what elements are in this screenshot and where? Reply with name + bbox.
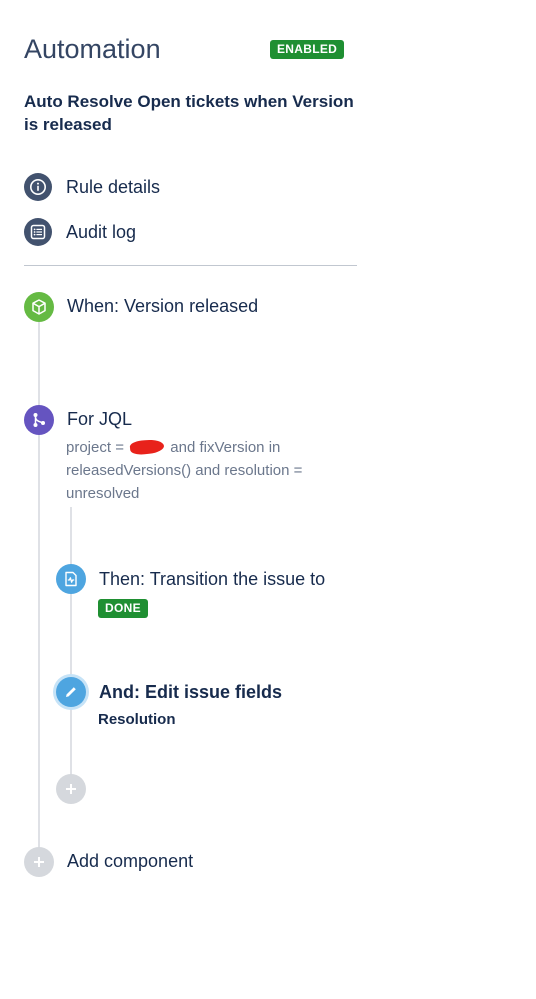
- page-title: Automation: [24, 34, 161, 64]
- list-icon: [24, 218, 52, 246]
- done-status-badge: DONE: [98, 599, 148, 618]
- and-label[interactable]: And: Edit issue fields: [99, 680, 282, 704]
- info-icon: [24, 173, 52, 201]
- status-badge: ENABLED: [270, 40, 345, 59]
- plus-icon: [34, 857, 44, 867]
- branch-flow-line: [70, 507, 72, 775]
- trigger-cube-icon[interactable]: [24, 292, 54, 322]
- then-label[interactable]: Then: Transition the issue to: [99, 567, 325, 591]
- add-component-button[interactable]: [24, 847, 54, 877]
- branch-title[interactable]: For JQL: [67, 407, 132, 431]
- trigger-label[interactable]: When: Version released: [67, 294, 258, 318]
- field-resolution: Resolution: [98, 711, 176, 728]
- audit-log-link[interactable]: Audit log: [24, 217, 136, 247]
- add-component-label[interactable]: Add component: [67, 849, 193, 873]
- rule-details-link[interactable]: Rule details: [24, 172, 160, 202]
- main-flow-line: [38, 320, 40, 848]
- rule-details-label: Rule details: [66, 176, 161, 197]
- jql-query: project = and fixVersion in releasedVers…: [66, 436, 356, 505]
- plus-icon: [66, 784, 76, 794]
- redaction-mark: [129, 438, 165, 456]
- transition-icon[interactable]: [56, 564, 86, 594]
- edit-pencil-icon[interactable]: [56, 677, 86, 707]
- branch-icon[interactable]: [24, 405, 54, 435]
- divider: [24, 265, 357, 266]
- jql-prefix: project =: [66, 439, 124, 456]
- branch-add-button[interactable]: [56, 774, 86, 804]
- audit-log-label: Audit log: [66, 221, 137, 242]
- rule-name: Auto Resolve Open tickets when Version i…: [24, 92, 354, 134]
